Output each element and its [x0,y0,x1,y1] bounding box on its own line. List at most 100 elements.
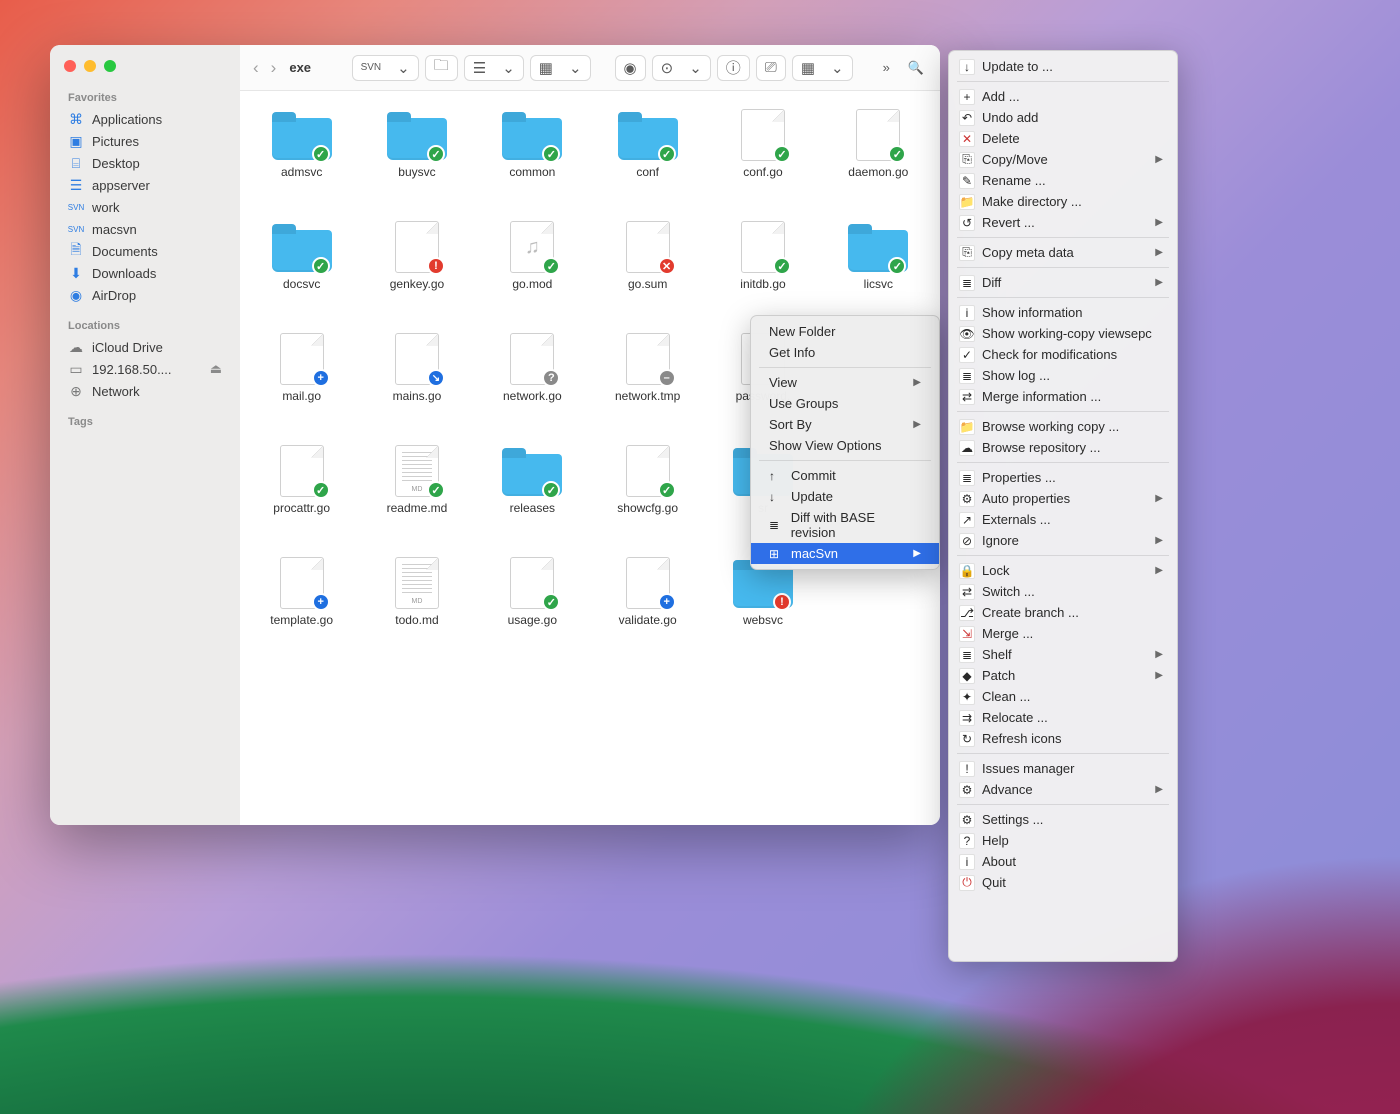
context-menu-item[interactable]: Sort By▶ [751,414,939,435]
file-item[interactable]: buysvc [385,109,449,221]
sidebar-item[interactable]: SVNwork [50,196,240,218]
submenu-item[interactable]: ✕Delete [949,128,1177,149]
submenu-item[interactable]: ⎘Copy/Move▶ [949,149,1177,170]
minimize-button[interactable] [84,60,96,72]
submenu-item[interactable]: ⇉Relocate ... [949,707,1177,728]
submenu-item[interactable]: ≣Properties ... [949,467,1177,488]
submenu-item[interactable]: 📁Browse working copy ... [949,416,1177,437]
more-toolbar-button[interactable]: » [877,55,896,81]
submenu-item[interactable]: ⎘Copy meta data▶ [949,242,1177,263]
file-item[interactable]: ♫go.mod [500,221,564,333]
context-menu-item[interactable]: ↓Update [751,486,939,507]
sidebar-item[interactable]: ⊕Network [50,380,240,402]
action-button[interactable]: ⊙⌄ [652,55,711,81]
context-menu-item[interactable]: ≣Diff with BASE revision [751,507,939,543]
file-item[interactable]: websvc [731,557,795,669]
file-item[interactable]: showcfg.go [616,445,680,557]
submenu-item[interactable]: ⎇Create branch ... [949,602,1177,623]
file-item[interactable]: mains.go [385,333,449,445]
submenu-item[interactable]: ↓Update to ... [949,56,1177,77]
sidebar-item[interactable]: ▣Pictures [50,130,240,152]
back-button[interactable]: ‹ [250,55,262,81]
quicklook-button[interactable]: ◉ [615,55,646,81]
submenu-item[interactable]: ↺Revert ...▶ [949,212,1177,233]
file-item[interactable]: common [500,109,564,221]
submenu-item[interactable]: ≣Show log ... [949,365,1177,386]
submenu-item[interactable]: 👁Show working-copy viewsepc [949,323,1177,344]
file-item[interactable]: conf.go [731,109,795,221]
file-item[interactable]: template.go [270,557,334,669]
context-menu-item[interactable]: ⊞macSvn▶ [751,543,939,564]
context-menu-item[interactable]: Show View Options [751,435,939,456]
submenu-item[interactable]: ◆Patch▶ [949,665,1177,686]
svn-toolbar-button[interactable]: SVN⌄ [352,55,419,81]
submenu-item[interactable]: ?Help [949,830,1177,851]
submenu-item[interactable]: ↗Externals ... [949,509,1177,530]
file-item[interactable]: MDreadme.md [385,445,449,557]
file-item[interactable]: go.sum [616,221,680,333]
submenu-item[interactable]: ⚙Advance▶ [949,779,1177,800]
submenu-item[interactable]: ↶Undo add [949,107,1177,128]
file-item[interactable]: releases [500,445,564,557]
submenu-item[interactable]: ⚙Auto properties▶ [949,488,1177,509]
context-menu-item[interactable]: New Folder [751,321,939,342]
submenu-item[interactable]: ⇄Merge information ... [949,386,1177,407]
sidebar-item[interactable]: ⬇Downloads [50,262,240,284]
file-item[interactable]: genkey.go [385,221,449,333]
file-item[interactable]: network.go [500,333,564,445]
menu-label: Browse repository ... [982,440,1163,455]
submenu-item[interactable]: ⏻Quit [949,872,1177,893]
context-menu-item[interactable]: Get Info [751,342,939,363]
submenu-item[interactable]: +Add ... [949,86,1177,107]
submenu-item[interactable]: ≣Shelf▶ [949,644,1177,665]
submenu-item[interactable]: ⇄Switch ... [949,581,1177,602]
icon-view-button[interactable]: ▦⌄ [530,55,591,81]
submenu-item[interactable]: 📁Make directory ... [949,191,1177,212]
submenu-item[interactable]: ⚙Settings ... [949,809,1177,830]
sidebar-item[interactable]: SVNmacsvn [50,218,240,240]
sidebar-item[interactable]: 🗎Documents [50,240,240,262]
submenu-item[interactable]: ⊘Ignore▶ [949,530,1177,551]
file-item[interactable]: docsvc [270,221,334,333]
submenu-item[interactable]: ☁Browse repository ... [949,437,1177,458]
close-button[interactable] [64,60,76,72]
share-button[interactable]: ⎚ [756,55,786,81]
context-menu-item[interactable]: ↑Commit [751,465,939,486]
maximize-button[interactable] [104,60,116,72]
submenu-item[interactable]: 🔒Lock▶ [949,560,1177,581]
file-item[interactable]: mail.go [270,333,334,445]
file-item[interactable]: MDtodo.md [385,557,449,669]
submenu-item[interactable]: ✦Clean ... [949,686,1177,707]
submenu-item[interactable]: ↻Refresh icons [949,728,1177,749]
list-view-button[interactable]: ☰⌄ [464,55,524,81]
group-button[interactable]: ▦⌄ [792,55,853,81]
sidebar-item[interactable]: ◉AirDrop [50,284,240,306]
submenu-item[interactable]: ≣Diff▶ [949,272,1177,293]
eject-icon[interactable]: ⏏ [210,361,222,377]
file-item[interactable]: procattr.go [270,445,334,557]
sidebar-item[interactable]: ⌘Applications [50,108,240,130]
file-item[interactable]: validate.go [616,557,680,669]
submenu-item[interactable]: ⇲Merge ... [949,623,1177,644]
new-folder-button[interactable]: 🗀 [425,55,458,81]
file-item[interactable]: usage.go [500,557,564,669]
file-item[interactable]: network.tmp [615,333,680,445]
context-menu-item[interactable]: Use Groups [751,393,939,414]
info-button[interactable]: ⓘ [717,55,750,81]
file-item[interactable]: conf [616,109,680,221]
forward-button[interactable]: › [268,55,280,81]
search-button[interactable]: 🔍 [902,55,930,81]
context-menu-item[interactable]: View▶ [751,372,939,393]
file-item[interactable]: admsvc [270,109,334,221]
submenu-item[interactable]: iAbout [949,851,1177,872]
submenu-item[interactable]: ✓Check for modifications [949,344,1177,365]
file-item[interactable]: daemon.go [846,109,910,221]
sidebar-item[interactable]: ▭192.168.50....⏏ [50,358,240,380]
submenu-item[interactable]: ✎Rename ... [949,170,1177,191]
file-label: go.sum [628,277,667,291]
sidebar-item[interactable]: ⌸Desktop [50,152,240,174]
sidebar-item[interactable]: ☰appserver [50,174,240,196]
submenu-item[interactable]: iShow information [949,302,1177,323]
sidebar-item[interactable]: ☁iCloud Drive [50,336,240,358]
submenu-item[interactable]: !Issues manager [949,758,1177,779]
